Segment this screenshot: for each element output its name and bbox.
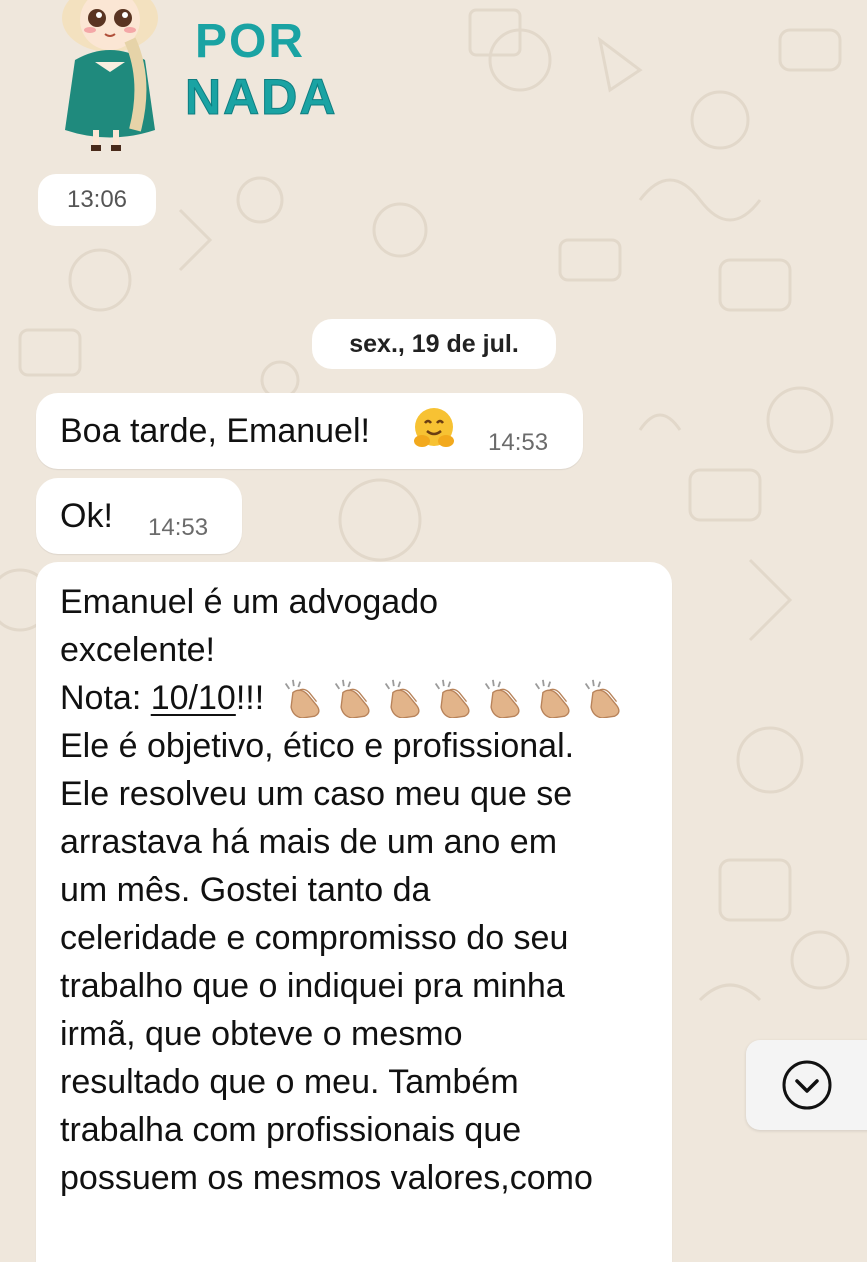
- message-line: trabalho que o indiquei pra minha: [60, 967, 565, 1005]
- chevron-down-circle-icon: [782, 1060, 832, 1110]
- message-text: Ok!: [60, 497, 113, 535]
- hugging-face-icon: [414, 408, 454, 447]
- clapping-hands-icon: [430, 678, 478, 722]
- review-message-bubble[interactable]: Emanuel é um advogado excelente! Nota: 1…: [36, 562, 672, 1262]
- clapping-hands-icon: [580, 678, 628, 722]
- message-line: Ele resolveu um caso meu que se: [60, 775, 573, 813]
- message-line: Emanuel é um advogado: [60, 583, 439, 621]
- clapping-hands-icon: [280, 678, 328, 722]
- message-time: 14:53: [488, 429, 549, 456]
- message-time: 14:53: [148, 514, 209, 541]
- message-line: um mês. Gostei tanto da: [60, 871, 431, 909]
- sticker-line-1: POR: [195, 15, 306, 68]
- rating-value-link[interactable]: 10/10: [151, 679, 236, 717]
- message-text: Boa tarde, Emanuel!: [60, 412, 370, 450]
- clapping-hands-icon: [380, 678, 428, 722]
- sticker-caption: POR NADA: [184, 15, 337, 123]
- sticker-line-2: NADA: [184, 69, 338, 125]
- message-line: excelente!: [60, 631, 215, 669]
- clap-emoji-row: [280, 678, 628, 722]
- clapping-hands-icon: [480, 678, 528, 722]
- message-bubble[interactable]: Ok! 14:53: [36, 478, 242, 554]
- sticker-timestamp: 13:06: [38, 174, 156, 226]
- rating-prefix: Nota:: [60, 679, 151, 717]
- rating-line: Nota: 10/10!!!: [60, 674, 628, 722]
- girl-character-icon: [62, 0, 158, 151]
- message-line: arrastava há mais de um ano em: [60, 823, 558, 861]
- message-line: possuem os mesmos valores,como: [60, 1159, 593, 1197]
- message-line: celeridade e compromisso do seu: [60, 919, 569, 957]
- scroll-to-bottom-button[interactable]: [746, 1040, 867, 1130]
- date-separator: sex., 19 de jul.: [312, 319, 556, 369]
- message-line: Ele é objetivo, ético e profissional.: [60, 727, 575, 765]
- clapping-hands-icon: [330, 678, 378, 722]
- rating-suffix: !!!: [235, 679, 274, 717]
- por-nada-sticker[interactable]: POR NADA: [55, 0, 336, 155]
- message-bubble[interactable]: Boa tarde, Emanuel! 14:53: [36, 393, 583, 469]
- message-line: trabalha com profissionais que: [60, 1111, 522, 1149]
- message-line: resultado que o meu. Também: [60, 1063, 519, 1101]
- message-line: irmã, que obteve o mesmo: [60, 1015, 463, 1053]
- clapping-hands-icon: [530, 678, 578, 722]
